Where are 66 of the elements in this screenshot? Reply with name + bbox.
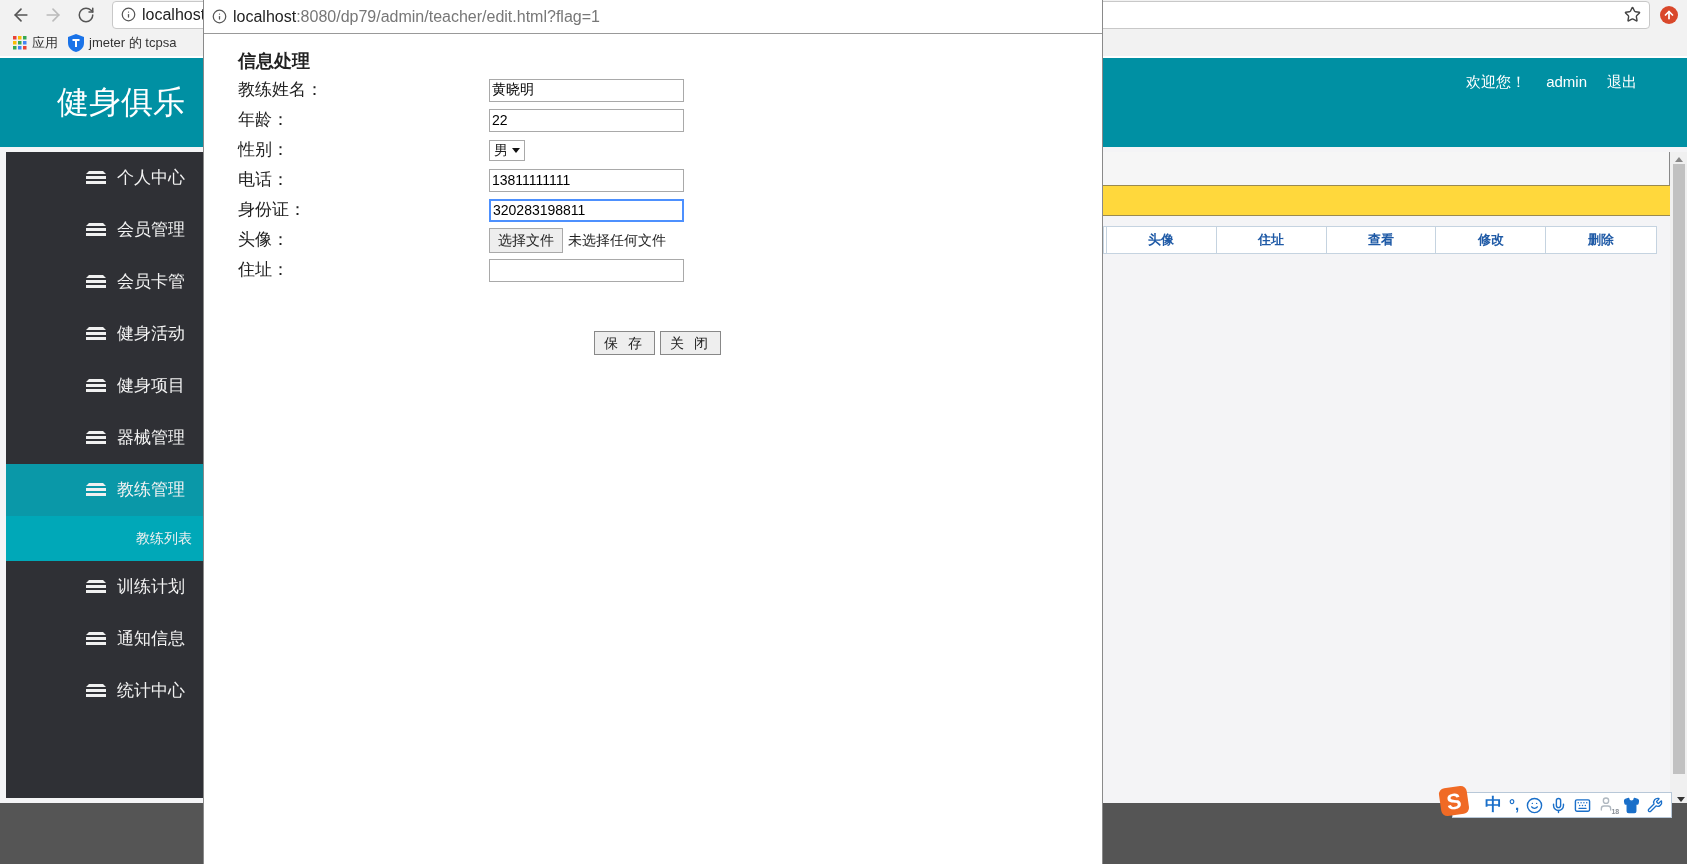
keyboard-icon[interactable]: [1574, 796, 1592, 814]
form-button[interactable]: 关 闭: [659, 331, 721, 355]
scrollbar[interactable]: [1670, 152, 1687, 803]
column-header: 住址: [1216, 227, 1327, 253]
input-field[interactable]: [489, 258, 684, 282]
sidebar-item[interactable]: 会员管理: [6, 204, 203, 256]
gender-select[interactable]: 男: [489, 139, 525, 161]
stack-icon: [85, 274, 107, 290]
logout-link[interactable]: 退出: [1607, 70, 1637, 94]
column-header: 头像: [1107, 227, 1217, 253]
field-label: 性别：: [238, 139, 290, 162]
sidebar-item[interactable]: 统计中心: [6, 665, 203, 717]
stack-icon: [85, 683, 107, 699]
column-header: 删除: [1587, 231, 1616, 250]
ime-mode-toggle[interactable]: 中: [1485, 792, 1502, 818]
welcome-text: 欢迎您！: [1466, 71, 1527, 92]
address-text: localhost: [142, 4, 206, 25]
field-label: 教练姓名：: [238, 79, 324, 102]
input-field[interactable]: 320283198811: [489, 198, 684, 222]
bookmark-link[interactable]: 应用: [32, 32, 58, 53]
choose-file-button[interactable]: 选择文件: [489, 227, 563, 253]
field-label: 年龄：: [238, 109, 290, 132]
scroll-up-icon[interactable]: [1674, 157, 1683, 162]
sidebar-item[interactable]: 训练计划: [6, 561, 203, 613]
wrench-icon[interactable]: [1647, 797, 1664, 813]
sidebar-item[interactable]: 健身活动: [6, 308, 203, 360]
stack-icon: [85, 378, 107, 394]
info-icon: [121, 7, 136, 22]
shield-icon: [68, 33, 84, 52]
sidebar-item[interactable]: 会员卡管: [6, 256, 203, 308]
field-label: 头像：: [238, 229, 290, 252]
info-icon: [212, 9, 227, 24]
stack-icon: [85, 430, 107, 446]
reload-icon[interactable]: [77, 5, 95, 24]
sidebar-item[interactable]: 健身项目: [6, 360, 203, 412]
input-field[interactable]: 黄晓明: [489, 78, 684, 102]
emoji-icon[interactable]: [1526, 796, 1544, 814]
sidebar-item[interactable]: 个人中心: [6, 152, 203, 204]
site-title: 健身俱乐: [57, 83, 185, 122]
extension-icon[interactable]: [1660, 5, 1678, 24]
bookmark-link[interactable]: jmeter 的 tcpsa: [89, 32, 177, 53]
field-label: 住址：: [238, 259, 290, 282]
sidebar-item[interactable]: 通知信息: [6, 613, 203, 665]
input-field[interactable]: 22: [489, 108, 684, 132]
apps-grid-icon[interactable]: [13, 35, 27, 50]
sidebar-item[interactable]: 器械管理: [6, 412, 203, 464]
field-label: 身份证：: [238, 199, 307, 222]
scrollbar-thumb[interactable]: [1672, 164, 1685, 774]
column-header: 查看: [1326, 227, 1437, 253]
input-field[interactable]: 13811111111: [489, 168, 684, 192]
stack-icon: [85, 326, 107, 342]
stack-icon: [85, 631, 107, 647]
punctuation-toggle[interactable]: °,: [1509, 793, 1520, 817]
field-label: 电话：: [238, 169, 290, 192]
file-status-text: 未选择任何文件: [568, 230, 666, 250]
form-title: 信息处理: [238, 50, 310, 73]
stack-icon: [85, 170, 107, 186]
user-link[interactable]: admin: [1546, 70, 1587, 94]
popup-url: localhost:8080/dp79/admin/teacher/edit.html?flag=1: [233, 6, 600, 27]
stack-icon: [85, 482, 107, 498]
form-button[interactable]: 保 存: [594, 331, 655, 355]
stack-icon: [85, 579, 107, 595]
stack-icon: [85, 222, 107, 238]
shirt-icon[interactable]: [1623, 796, 1641, 814]
column-header: 修改: [1436, 227, 1547, 253]
bookmark-star-icon[interactable]: [1624, 6, 1641, 23]
